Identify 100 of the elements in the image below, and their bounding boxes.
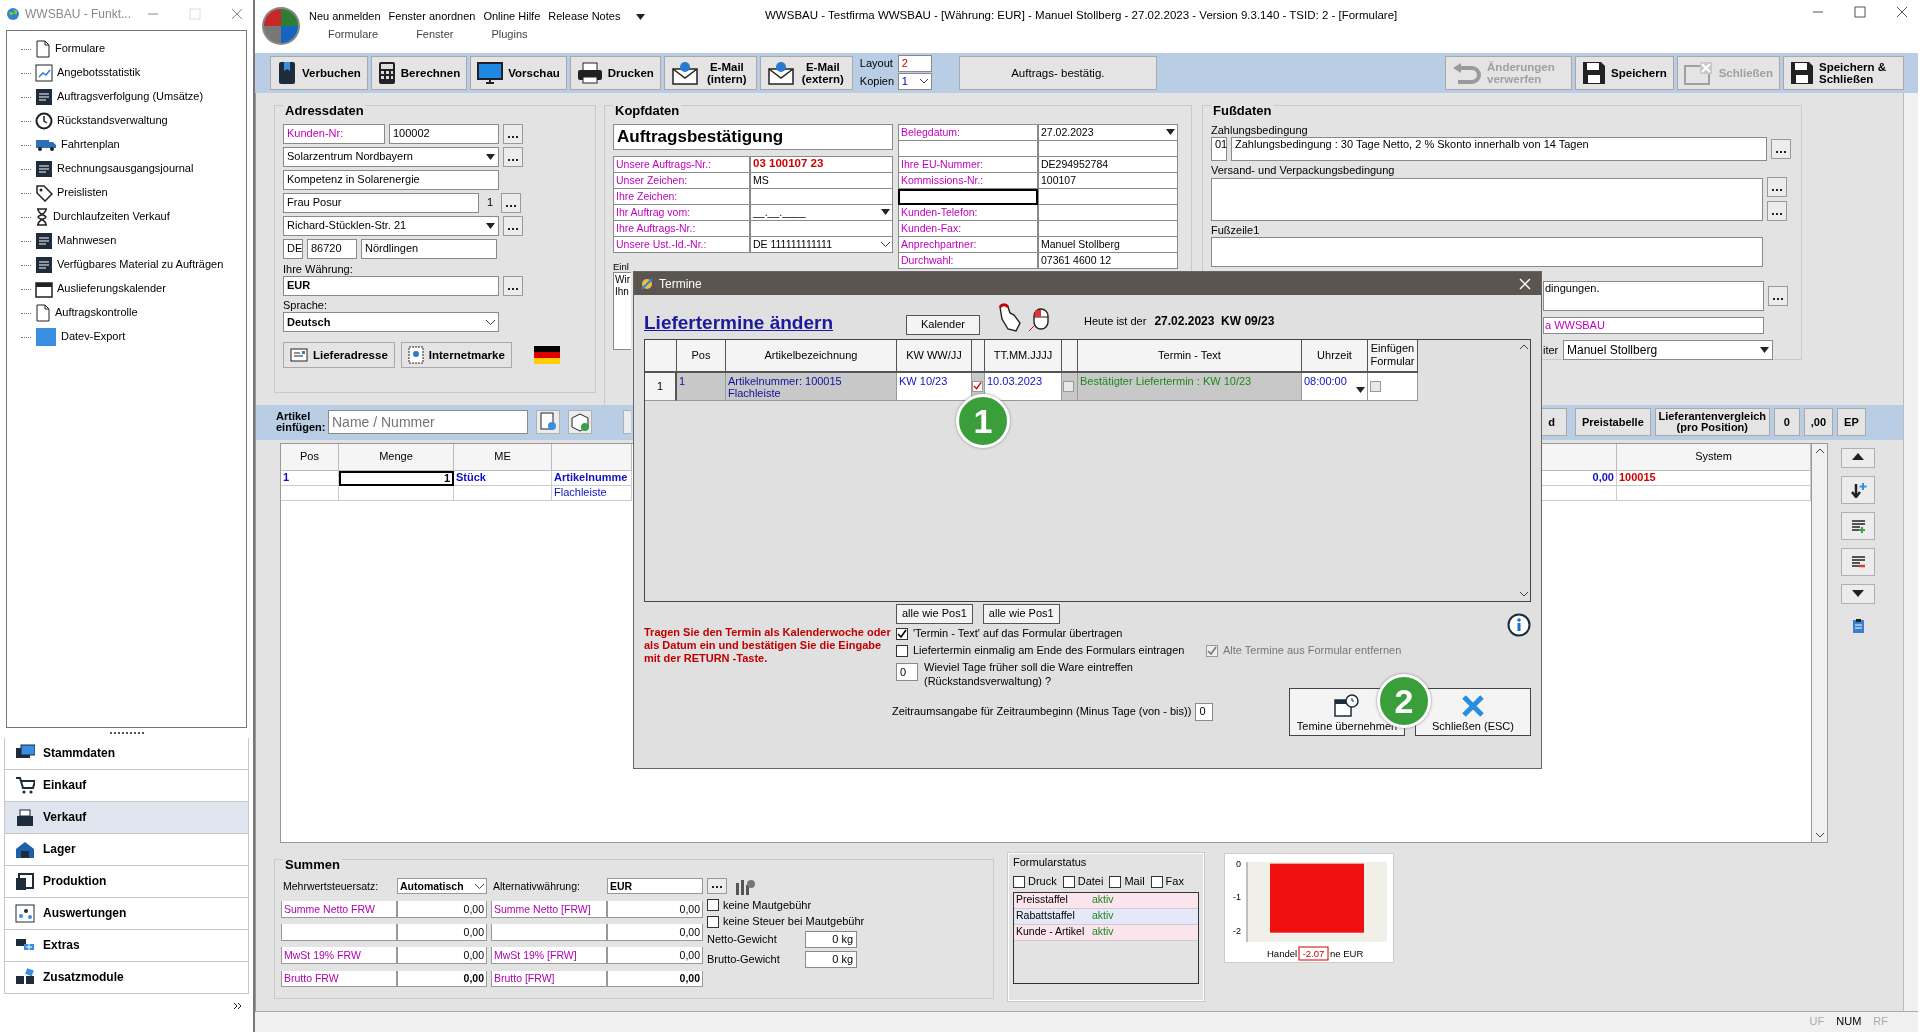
- tree-item[interactable]: Angebotsstatistik: [57, 66, 141, 80]
- form-button[interactable]: Auftrags- bestätig.: [958, 55, 1157, 90]
- tree-item[interactable]: Rückstandsverwaltung: [57, 114, 168, 128]
- input-field[interactable]: EUR: [283, 276, 499, 297]
- ellipsis-button[interactable]: [508, 227, 518, 231]
- list-add-icon[interactable]: [1849, 517, 1867, 534]
- checkbox[interactable]: [896, 644, 908, 657]
- dropdown[interactable]: Solarzentrum Nordbayern: [283, 146, 499, 167]
- column-header[interactable]: Pos: [677, 339, 726, 373]
- column-header[interactable]: Menge: [339, 443, 454, 471]
- maximize-icon[interactable]: [1854, 6, 1866, 18]
- close-icon[interactable]: [231, 8, 243, 20]
- menu-item[interactable]: Fenster anordnen: [388, 10, 476, 22]
- arrow-down-plus-icon[interactable]: [1849, 481, 1867, 498]
- copy-button[interactable]: alle wie Pos1: [982, 604, 1060, 625]
- info-icon[interactable]: [1507, 613, 1531, 638]
- input-field[interactable]: Zahlungsbedingung : 30 Tage Netto, 2 % Skonto innerhalb von 14 Tagen: [1231, 137, 1767, 162]
- chevron-icon[interactable]: [233, 1002, 243, 1012]
- ribbon-tab[interactable]: Plugins: [472, 28, 547, 42]
- toolbar-button[interactable]: Drucken: [569, 55, 661, 90]
- ribbon-tab[interactable]: Fenster: [397, 28, 473, 42]
- dialog-button[interactable]: Schließen (ESC): [1415, 687, 1531, 736]
- list-remove-icon[interactable]: [1849, 553, 1867, 570]
- column-header[interactable]: ME: [454, 443, 552, 471]
- input-field[interactable]: Kompetenz in Solarenergie: [283, 169, 499, 190]
- checkbox[interactable]: [707, 899, 719, 912]
- scroll-up-icon[interactable]: [1520, 343, 1528, 349]
- nav-tab[interactable]: Einkauf: [4, 770, 249, 802]
- dropdown-arrow-icon[interactable]: [1166, 129, 1175, 136]
- input-field[interactable]: 0: [1195, 702, 1214, 721]
- dropdown[interactable]: Richard-Stücklen-Str. 21: [283, 215, 499, 236]
- ellipsis-button[interactable]: [508, 135, 518, 139]
- toolbar-button[interactable]: Speichern: [1575, 55, 1674, 90]
- ellipsis-button[interactable]: [1776, 151, 1786, 155]
- ellipsis-button[interactable]: [506, 204, 516, 208]
- dropdown-arrow-icon[interactable]: [1760, 347, 1769, 354]
- tree-item[interactable]: Fahrtenplan: [61, 138, 120, 152]
- dropdown[interactable]: Manuel Stollberg: [1563, 340, 1773, 361]
- checkbox[interactable]: [1063, 380, 1074, 392]
- column-header[interactable]: KW WW/JJ: [897, 339, 972, 373]
- input-field[interactable]: 2: [897, 55, 932, 73]
- column-header[interactable]: Einfügen Formular: [1368, 339, 1418, 373]
- tree-item[interactable]: Durchlaufzeiten Verkauf: [53, 210, 170, 224]
- checkbox[interactable]: [972, 380, 983, 392]
- scroll-down-icon[interactable]: [1815, 832, 1824, 838]
- column-header[interactable]: Artikelbezeichnung: [726, 339, 897, 373]
- dropdown-arrow-icon[interactable]: [1356, 386, 1365, 393]
- bar-button[interactable]: 0: [1773, 408, 1800, 437]
- nav-tab[interactable]: Stammdaten: [4, 738, 249, 770]
- scroll-up-icon[interactable]: [1815, 447, 1824, 453]
- dropdown[interactable]: Deutsch: [283, 312, 499, 333]
- tree-item[interactable]: Auftragsverfolgung (Umsätze): [57, 90, 204, 104]
- input-field[interactable]: Nördlingen: [361, 238, 497, 259]
- copy-button[interactable]: alle wie Pos1: [896, 604, 973, 625]
- bar-button[interactable]: Preistabelle: [1575, 408, 1651, 437]
- ribbon-tab[interactable]: Formulare: [309, 28, 398, 42]
- checkbox[interactable]: [707, 915, 719, 928]
- tree-item[interactable]: Mahnwesen: [57, 234, 117, 248]
- ellipsis-button[interactable]: [712, 885, 722, 889]
- column-header[interactable]: TT.MM.JJJJ: [985, 339, 1062, 373]
- input-field[interactable]: 86720: [307, 238, 357, 259]
- nav-tab[interactable]: Extras: [4, 930, 249, 962]
- ellipsis-button[interactable]: [1772, 213, 1782, 217]
- address-button[interactable]: Lieferadresse: [283, 342, 395, 369]
- scrollbar[interactable]: [1903, 92, 1918, 1011]
- column-header[interactable]: Pos: [281, 443, 339, 471]
- nav-tab[interactable]: Produktion: [4, 866, 249, 898]
- close-icon[interactable]: [1896, 6, 1908, 18]
- grip-handle[interactable]: [109, 731, 144, 735]
- address-button[interactable]: Internetmarke: [400, 342, 512, 369]
- input-field[interactable]: [1211, 177, 1763, 221]
- dropdown[interactable]: 1: [897, 73, 932, 91]
- menu-item[interactable]: Release Notes: [548, 10, 621, 22]
- bar-button[interactable]: d: [1541, 408, 1567, 437]
- tree-item[interactable]: Auftragskontrolle: [55, 306, 138, 320]
- bar-button[interactable]: EP: [1837, 408, 1866, 437]
- input-field[interactable]: 0: [896, 663, 918, 682]
- dropdown-arrow-icon[interactable]: [486, 153, 495, 160]
- checkbox[interactable]: [1370, 380, 1381, 392]
- checkbox[interactable]: [896, 627, 908, 640]
- tree-item[interactable]: Rechnungsausgangsjournal: [57, 162, 194, 176]
- column-header[interactable]: [645, 339, 677, 373]
- nav-tab[interactable]: Verkauf: [4, 802, 249, 834]
- toolbar-button[interactable]: E-Mail (intern): [663, 55, 757, 90]
- ellipsis-button[interactable]: [508, 158, 518, 162]
- bar-button[interactable]: ,00: [1803, 408, 1834, 437]
- input-field[interactable]: Frau Posur: [283, 192, 479, 213]
- toolbar-button[interactable]: Verbuchen: [270, 55, 368, 90]
- menu-item[interactable]: Neu anmelden: [309, 10, 381, 22]
- nav-tab[interactable]: Auswertungen: [4, 898, 249, 930]
- dropdown[interactable]: 27.02.2023: [1038, 124, 1178, 141]
- field-label[interactable]: Kunden-Nr:: [283, 123, 385, 144]
- dropdown[interactable]: Automatisch: [397, 877, 487, 895]
- toolbar-button[interactable]: Vorschau: [470, 55, 567, 90]
- column-header[interactable]: [1062, 339, 1078, 373]
- insert-icon[interactable]: [538, 412, 558, 433]
- checkbox[interactable]: [1062, 875, 1075, 888]
- ellipsis-button[interactable]: [1772, 189, 1782, 193]
- heading-link[interactable]: Liefertermine ändern: [644, 311, 894, 335]
- tree-item[interactable]: Verfügbares Material zu Aufträgen: [57, 258, 224, 272]
